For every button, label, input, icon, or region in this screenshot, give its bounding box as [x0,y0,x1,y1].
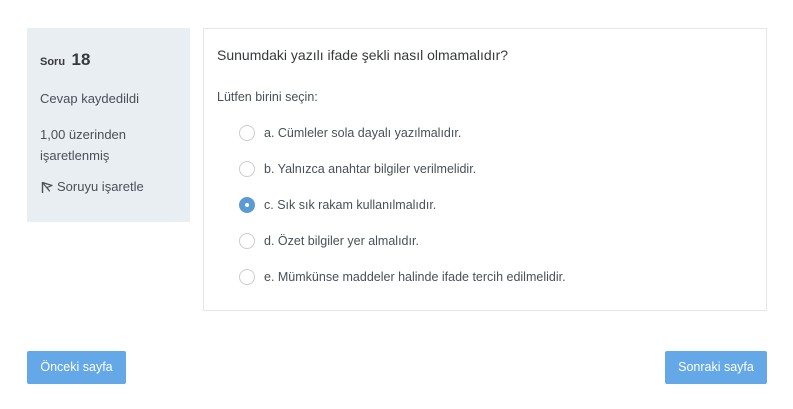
next-page-button[interactable]: Sonraki sayfa [665,351,767,384]
answer-label-c: c. Sık sık rakam kullanılmalıdır. [264,198,437,212]
question-grade: 1,00 üzerinden işaretlenmiş [40,127,127,163]
answer-radio-b[interactable] [239,161,255,177]
answer-list: a. Cümleler sola dayalı yazılmalıdır. b.… [239,115,753,295]
answer-label-b: b. Yalnızca anahtar bilgiler verilmelidi… [264,162,477,176]
answer-option-a[interactable]: a. Cümleler sola dayalı yazılmalıdır. [239,115,753,151]
answer-option-d[interactable]: d. Özet bilgiler yer almalıdır. [239,223,753,259]
question-number-label: Soru [40,56,66,68]
quiz-page: Soru 18 Cevap kaydedildi 1,00 üzerinden … [0,0,793,409]
answer-label-a: a. Cümleler sola dayalı yazılmalıdır. [264,126,462,140]
question-content: Sunumdaki yazılı ifade şekli nasıl olmam… [203,28,767,311]
answer-option-c[interactable]: c. Sık sık rakam kullanılmalıdır. [239,187,753,223]
answer-radio-c[interactable] [239,197,255,213]
question-number: Soru 18 [40,50,177,72]
answer-radio-e[interactable] [239,269,255,285]
question-state: Cevap kaydedildi [40,91,140,106]
previous-page-button[interactable]: Önceki sayfa [27,351,126,384]
answer-prompt: Lütfen birini seçin: [217,90,318,104]
question-text: Sunumdaki yazılı ifade şekli nasıl olmam… [217,47,509,63]
answer-radio-a[interactable] [239,125,255,141]
answer-label-d: d. Özet bilgiler yer almalıdır. [264,234,419,248]
answer-radio-d[interactable] [239,233,255,249]
answer-label-e: e. Mümkünse maddeler halinde ifade terci… [264,270,566,284]
answer-option-b[interactable]: b. Yalnızca anahtar bilgiler verilmelidi… [239,151,753,187]
flag-icon [40,180,54,194]
answer-option-e[interactable]: e. Mümkünse maddeler halinde ifade terci… [239,259,753,295]
flag-question-button[interactable]: Soruyu işaretle [40,178,177,196]
question-info-panel: Soru 18 Cevap kaydedildi 1,00 üzerinden … [27,28,190,222]
flag-question-label: Soruyu işaretle [57,179,144,194]
question-number-value: 18 [71,50,91,69]
